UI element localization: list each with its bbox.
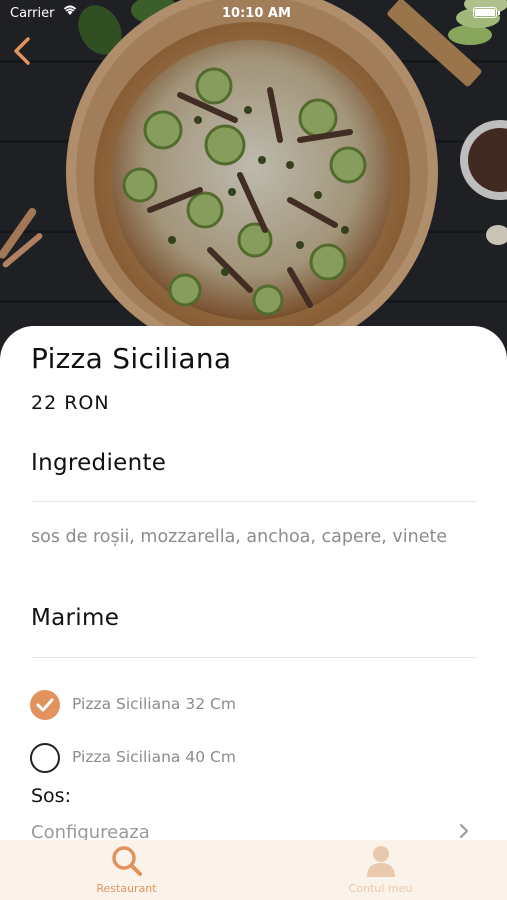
radio-unchecked-icon[interactable] <box>30 743 60 773</box>
size-option-32[interactable]: Pizza Siciliana 32 Cm <box>30 690 430 720</box>
product-details-card: Pizza Siciliana 22 RON Ingrediente sos d… <box>0 326 507 846</box>
size-option-label: Pizza Siciliana 32 Cm <box>72 695 236 713</box>
back-button[interactable] <box>8 34 36 68</box>
user-icon <box>366 844 396 882</box>
divider <box>31 657 477 658</box>
sauce-label: Sos: <box>31 785 71 807</box>
divider <box>31 501 477 502</box>
tab-label: Contul meu <box>348 882 413 895</box>
product-price: 22 RON <box>31 392 110 414</box>
tab-account[interactable]: Contul meu <box>254 840 507 900</box>
battery-icon <box>473 7 500 18</box>
size-heading: Marime <box>31 605 120 631</box>
tab-restaurant[interactable]: Restaurant <box>0 840 253 900</box>
product-image <box>0 0 507 360</box>
carrier-label: Carrier <box>10 6 55 21</box>
wifi-icon <box>62 4 78 20</box>
chevron-right-icon[interactable] <box>457 822 471 840</box>
status-bar: Carrier 10:10 AM <box>0 0 507 26</box>
size-option-40[interactable]: Pizza Siciliana 40 Cm <box>30 743 430 773</box>
search-icon <box>110 844 144 882</box>
ingredients-heading: Ingrediente <box>31 450 167 476</box>
size-option-label: Pizza Siciliana 40 Cm <box>72 748 236 766</box>
radio-checked-icon[interactable] <box>30 690 60 720</box>
ingredients-text: sos de roșii, mozzarella, anchoa, capere… <box>31 527 448 547</box>
product-title: Pizza Siciliana <box>31 342 232 375</box>
status-time: 10:10 AM <box>222 6 291 21</box>
tab-label: Restaurant <box>96 882 157 895</box>
pizza-photo <box>0 0 507 360</box>
chevron-left-icon <box>14 37 30 65</box>
tab-bar: Restaurant Contul meu <box>0 840 507 900</box>
